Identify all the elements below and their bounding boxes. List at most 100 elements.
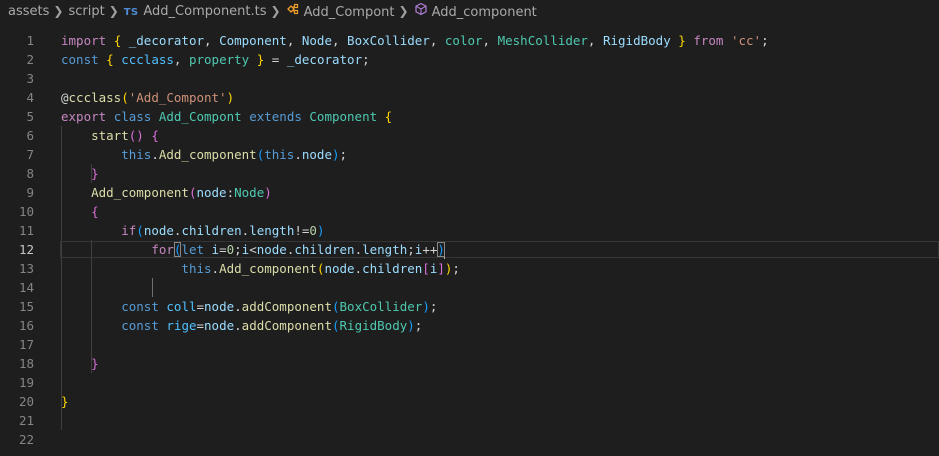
code-token: 'cc' xyxy=(730,33,762,48)
code-token: . xyxy=(234,299,242,314)
code-token: length xyxy=(249,223,295,238)
breadcrumb-item-class[interactable]: Add_Compont xyxy=(286,2,395,20)
code-token: = xyxy=(196,299,205,314)
code-line[interactable]: 7 this.Add_component(this.node); xyxy=(0,145,939,164)
line-number: 10 xyxy=(18,204,34,219)
code-token: 0 xyxy=(226,242,235,257)
code-token: addComponent xyxy=(241,299,332,314)
code-line[interactable]: 14 xyxy=(0,278,939,297)
code-token: ( xyxy=(331,318,340,333)
line-number: 14 xyxy=(18,280,34,295)
code-text: @ccclass('Add_Compont') xyxy=(61,88,234,107)
breadcrumb-item-method[interactable]: Add_component xyxy=(414,2,537,20)
code-editor[interactable]: 1 import { _decorator, Component, Node, B… xyxy=(0,31,939,456)
code-token: != xyxy=(294,223,310,238)
code-line[interactable]: 16 const rige=node.addComponent(RigidBod… xyxy=(0,316,939,335)
code-token: . xyxy=(234,318,242,333)
ts-file-icon: TS xyxy=(123,6,139,18)
code-token: [ xyxy=(422,261,430,276)
code-line[interactable]: 21 xyxy=(0,411,939,430)
code-token: () xyxy=(128,128,144,143)
breadcrumb-item-script[interactable]: script xyxy=(68,4,104,19)
line-number: 3 xyxy=(26,71,34,86)
breadcrumb-method-label: Add_component xyxy=(431,5,537,20)
code-line[interactable]: 19 xyxy=(0,373,939,392)
code-token: { xyxy=(384,109,393,124)
code-token: ccclass xyxy=(121,52,174,67)
line-number: 9 xyxy=(26,185,34,200)
line-number: 12 xyxy=(18,242,34,257)
method-symbol-icon xyxy=(414,2,428,16)
text-cursor xyxy=(443,242,445,259)
code-token: } xyxy=(91,166,99,181)
line-number: 17 xyxy=(18,337,34,352)
code-line[interactable]: 5 export class Add_Compont extends Compon… xyxy=(0,107,939,126)
chevron-right-icon: ❯ xyxy=(398,4,409,18)
code-text: this.Add_component(node.children[i]); xyxy=(61,259,460,278)
code-token: . xyxy=(294,147,302,162)
chevron-right-icon: ❯ xyxy=(108,4,119,18)
code-token: Add_component xyxy=(91,185,189,200)
code-token: node xyxy=(143,223,174,238)
code-token: ; xyxy=(362,52,370,67)
code-line[interactable]: 18 } xyxy=(0,354,939,373)
code-line[interactable]: 2 const { ccclass, property } = _decorato… xyxy=(0,50,939,69)
code-token: = xyxy=(264,52,287,67)
code-line[interactable]: 13 this.Add_component(node.children[i]); xyxy=(0,259,939,278)
code-line[interactable]: 22 xyxy=(0,430,939,449)
code-line[interactable]: 10 { xyxy=(0,202,939,221)
code-token: node xyxy=(204,318,235,333)
code-token: Add_Compont xyxy=(158,109,242,124)
code-token: export xyxy=(61,109,107,124)
code-token: , xyxy=(482,33,498,48)
code-line[interactable]: 9 Add_component(node:Node) xyxy=(0,183,939,202)
chevron-right-icon: ❯ xyxy=(53,4,64,18)
code-token: node xyxy=(324,261,355,276)
code-line[interactable]: 8 } xyxy=(0,164,939,183)
code-token: { xyxy=(106,52,114,67)
code-token: . xyxy=(354,242,363,257)
chevron-right-icon: ❯ xyxy=(270,4,281,18)
code-token: property xyxy=(188,52,250,67)
code-text: } xyxy=(61,354,99,373)
code-token: this xyxy=(121,147,152,162)
code-line[interactable]: 1 import { _decorator, Component, Node, B… xyxy=(0,31,939,50)
code-token: MeshCollider xyxy=(497,33,588,48)
code-token: ++ xyxy=(422,242,438,257)
code-line[interactable]: 4 @ccclass('Add_Compont') xyxy=(0,88,939,107)
code-token: start xyxy=(91,128,129,143)
code-line[interactable]: 15 const coll=node.addComponent(BoxColli… xyxy=(0,297,939,316)
code-line[interactable]: 6 start() { xyxy=(0,126,939,145)
code-token: ] xyxy=(437,261,445,276)
breadcrumb-item-assets[interactable]: assets xyxy=(8,4,49,19)
line-number: 1 xyxy=(26,33,34,48)
code-line[interactable]: 12 for(let i=0;i<node.children.length;i+… xyxy=(0,240,939,259)
line-number: 13 xyxy=(18,261,34,276)
code-token: ; xyxy=(429,299,438,314)
code-line[interactable]: 20} xyxy=(0,392,939,411)
code-token: , xyxy=(429,33,445,48)
code-token: . xyxy=(151,147,159,162)
code-token: const xyxy=(121,318,159,333)
code-token: BoxCollider xyxy=(339,299,423,314)
code-line[interactable]: 3 xyxy=(0,69,939,88)
code-text: } xyxy=(61,392,69,411)
code-token: Component xyxy=(219,33,287,48)
code-line[interactable]: 11 if(node.children.length!=0) xyxy=(0,221,939,240)
code-token: ; xyxy=(452,261,460,276)
code-text: { xyxy=(61,202,99,221)
code-token: ; xyxy=(407,242,415,257)
code-text: const rige=node.addComponent(RigidBody); xyxy=(61,316,422,335)
code-line[interactable]: 17 xyxy=(0,335,939,354)
breadcrumb-item-file[interactable]: TS Add_Component.ts xyxy=(124,4,267,19)
code-token: RigidBody xyxy=(602,33,671,48)
